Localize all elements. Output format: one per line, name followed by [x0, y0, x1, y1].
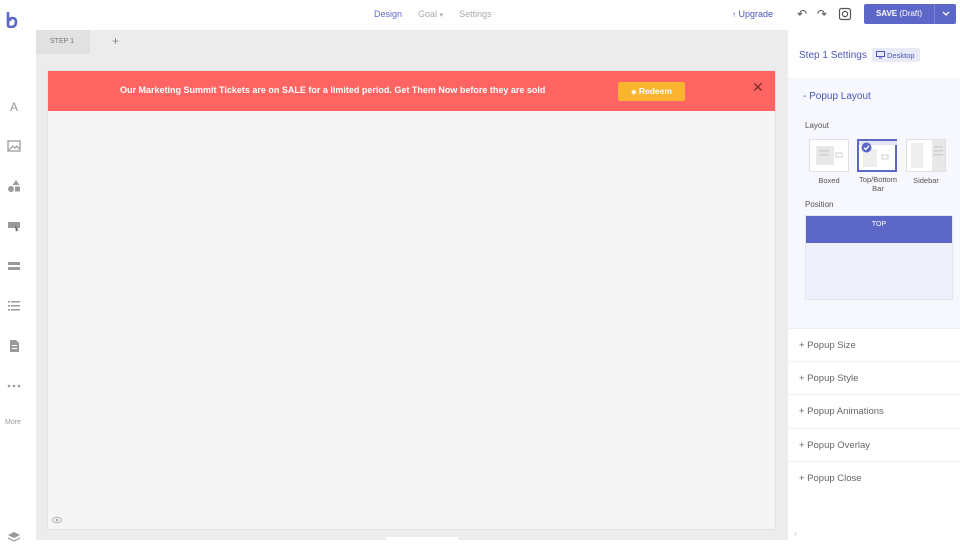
sidebar-layout-icon [911, 140, 945, 171]
layout-option-boxed-label: Boxed [818, 176, 840, 185]
upgrade-link[interactable]: ↑ Upgrade [732, 9, 773, 19]
redo-icon[interactable]: ↷ [815, 7, 829, 21]
nav-goal-label: Goal [418, 9, 438, 19]
position-top-option[interactable]: TOP [806, 216, 952, 243]
brand-logo-icon[interactable] [6, 12, 18, 28]
text-icon[interactable]: A [7, 100, 21, 114]
document-icon[interactable] [7, 339, 21, 353]
popup-layout-toggle[interactable]: - Popup Layout [803, 91, 871, 102]
close-icon[interactable]: ✕ [752, 79, 764, 96]
nav-design[interactable]: Design [374, 9, 402, 19]
eye-icon[interactable] [52, 515, 62, 525]
upgrade-label: Upgrade [738, 9, 774, 19]
list-icon[interactable] [7, 299, 21, 313]
top-bar: Design Goal ▾ Settings ↑ Upgrade ↶ ↷ SAV… [0, 0, 960, 30]
redeem-label: Redeem [638, 86, 672, 96]
panel-title: Step 1 Settings [799, 50, 867, 61]
popup-size-accordion[interactable]: + Popup Size [788, 328, 960, 361]
layout-option-sidebar-label: Sidebar [913, 176, 939, 185]
element-toolbar: A More [0, 30, 36, 542]
popup-stage[interactable]: Our Marketing Summit Tickets are on SALE… [47, 70, 776, 530]
more-dots-icon[interactable] [7, 379, 21, 393]
popup-close-accordion[interactable]: + Popup Close [788, 461, 960, 494]
save-button-label[interactable]: SAVE (Draft) [864, 4, 934, 24]
image-icon[interactable] [7, 139, 21, 153]
settings-panel: Step 1 Settings Desktop - Popup Layout L… [787, 30, 960, 540]
device-toggle[interactable]: Desktop [872, 48, 920, 62]
button-icon[interactable] [7, 219, 21, 233]
save-button[interactable]: SAVE (Draft) [864, 4, 956, 24]
layers-icon[interactable] [7, 530, 21, 544]
chevron-right-icon[interactable]: › [794, 528, 797, 538]
layout-option-boxed[interactable] [809, 139, 849, 172]
nav-settings[interactable]: Settings [459, 9, 492, 19]
preview-icon[interactable] [838, 7, 852, 21]
device-label: Desktop [887, 50, 915, 60]
position-label: Position [805, 200, 834, 209]
arrow-up-icon: ↑ [732, 10, 736, 19]
shapes-icon[interactable] [7, 179, 21, 193]
popup-layout-section: - Popup Layout Layout Boxed Top/Bottom B… [788, 78, 960, 328]
add-step-icon[interactable]: + [112, 34, 119, 48]
chevron-down-icon [942, 11, 949, 16]
layout-option-top-bottom-bar[interactable] [857, 139, 897, 172]
popup-top-bar[interactable]: Our Marketing Summit Tickets are on SALE… [48, 71, 775, 111]
popup-overlay-accordion[interactable]: + Popup Overlay [788, 428, 960, 461]
form-icon[interactable] [7, 259, 21, 273]
top-navigation: Design Goal ▾ Settings [374, 9, 492, 19]
caret-down-icon: ▾ [439, 12, 444, 19]
save-options-button[interactable] [934, 4, 956, 24]
layout-option-top-bottom-bar-label: Top/Bottom Bar [859, 175, 897, 193]
save-state: (Draft) [899, 9, 923, 18]
popup-animations-accordion[interactable]: + Popup Animations [788, 394, 960, 427]
undo-icon[interactable]: ↶ [795, 7, 809, 21]
position-picker[interactable]: TOP [805, 215, 953, 300]
checkmark-icon [861, 142, 872, 153]
redeem-button[interactable]: ◆ Redeem [618, 82, 685, 101]
popup-style-accordion[interactable]: + Popup Style [788, 361, 960, 394]
nav-goal[interactable]: Goal ▾ [418, 9, 443, 19]
tab-step-1[interactable]: STEP 1 [36, 30, 90, 54]
monitor-icon [876, 51, 885, 59]
gem-icon: ◆ [631, 89, 637, 96]
boxed-layout-icon [816, 146, 843, 165]
layout-label: Layout [805, 121, 830, 130]
editor-canvas-area: STEP 1 + Our Marketing Summit Tickets ar… [36, 30, 787, 540]
banner-text[interactable]: Our Marketing Summit Tickets are on SALE… [120, 85, 545, 95]
more-label[interactable]: More [5, 419, 21, 426]
save-label: SAVE [875, 9, 898, 18]
layout-option-sidebar[interactable] [906, 139, 946, 172]
